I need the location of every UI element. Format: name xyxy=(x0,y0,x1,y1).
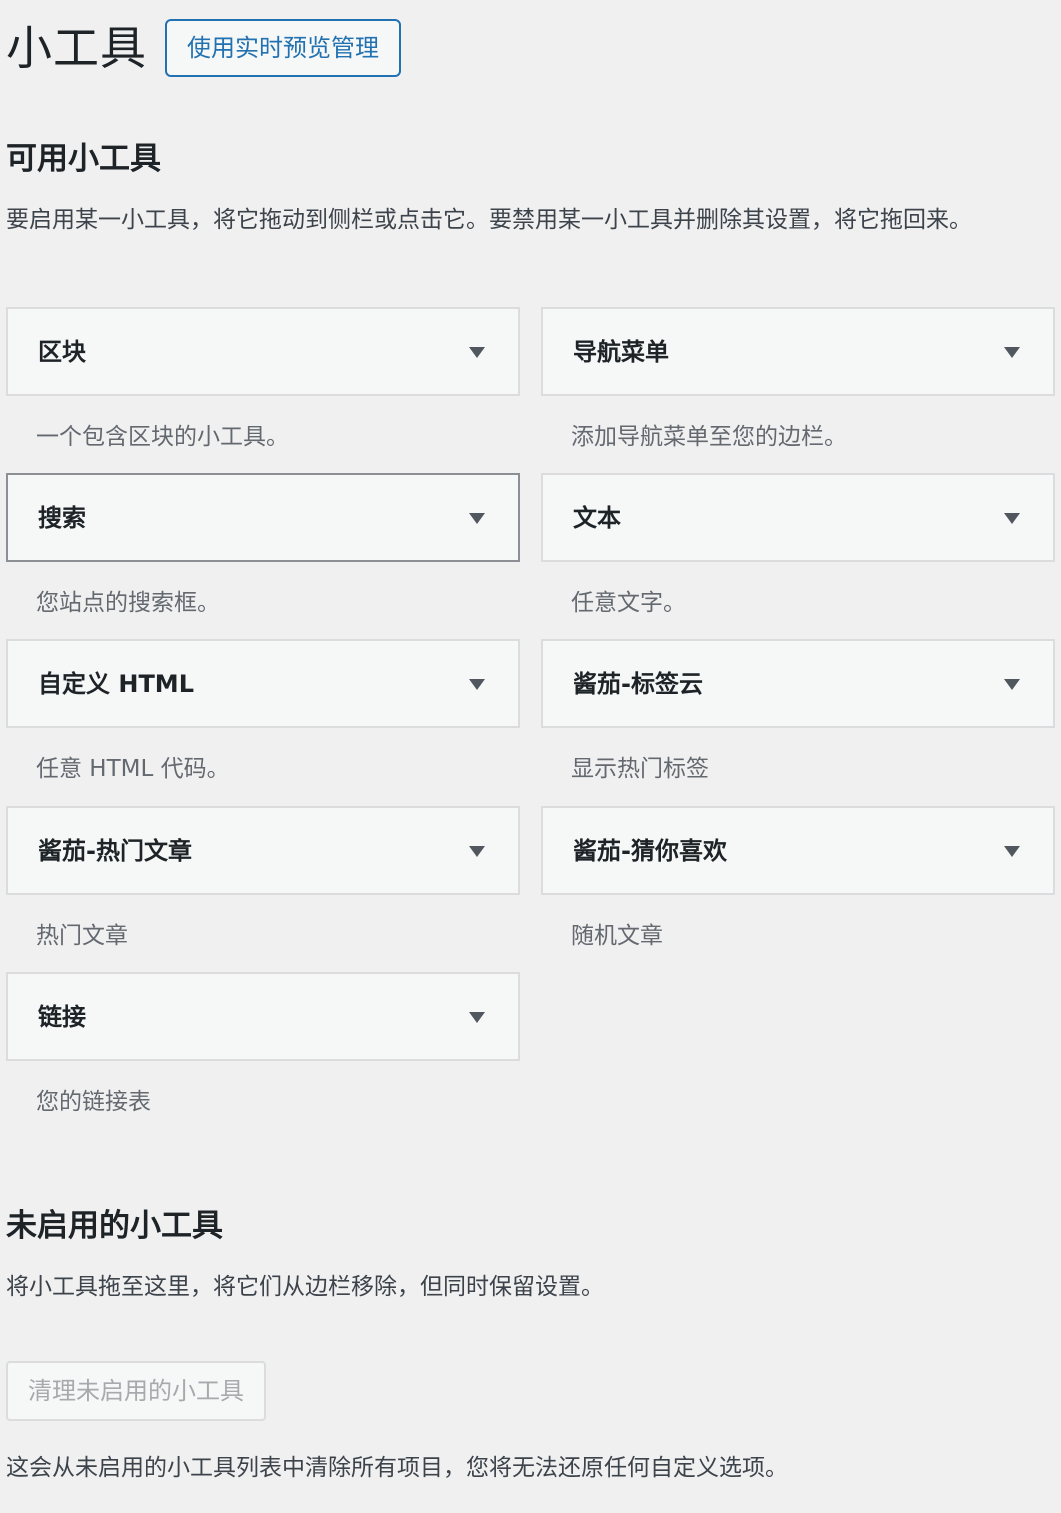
widget-description: 一个包含区块的小工具。 xyxy=(36,424,289,450)
caret-down-icon[interactable] xyxy=(469,347,485,358)
caret-down-icon[interactable] xyxy=(1004,513,1020,524)
widget-description: 热门文章 xyxy=(36,923,128,949)
widget-description: 显示热门标签 xyxy=(571,756,709,782)
clear-inactive-note: 这会从未启用的小工具列表中清除所有项目，您将无法还原任何自定义选项。 xyxy=(6,1455,788,1481)
widget-random-posts[interactable]: 酱茄-猜你喜欢 xyxy=(541,806,1055,895)
widget-title: 酱茄-热门文章 xyxy=(38,837,192,865)
caret-down-icon[interactable] xyxy=(469,679,485,690)
widget-description: 您的链接表 xyxy=(36,1089,151,1115)
widget-description: 您站点的搜索框。 xyxy=(36,590,220,616)
clear-inactive-widgets-button[interactable]: 清理未启用的小工具 xyxy=(6,1361,266,1421)
widget-title: 酱茄-猜你喜欢 xyxy=(573,837,727,865)
widget-text[interactable]: 文本 xyxy=(541,473,1055,562)
caret-down-icon[interactable] xyxy=(469,1012,485,1023)
widget-title: 区块 xyxy=(38,338,86,366)
caret-down-icon[interactable] xyxy=(1004,679,1020,690)
widget-title: 文本 xyxy=(573,504,621,532)
widget-title: 自定义 HTML xyxy=(38,670,194,698)
widget-description: 任意 HTML 代码。 xyxy=(36,756,230,782)
widget-block[interactable]: 区块 xyxy=(6,307,520,396)
widget-links[interactable]: 链接 xyxy=(6,972,520,1061)
caret-down-icon[interactable] xyxy=(1004,846,1020,857)
widget-description: 任意文字。 xyxy=(571,590,686,616)
widget-popular-posts[interactable]: 酱茄-热门文章 xyxy=(6,806,520,895)
available-widgets-heading: 可用小工具 xyxy=(6,141,161,177)
widget-title: 酱茄-标签云 xyxy=(573,670,703,698)
widget-title: 搜索 xyxy=(38,504,86,532)
widget-title: 导航菜单 xyxy=(573,338,669,366)
widget-nav-menu[interactable]: 导航菜单 xyxy=(541,307,1055,396)
live-preview-button[interactable]: 使用实时预览管理 xyxy=(165,19,401,77)
page-title: 小工具 xyxy=(6,21,147,75)
widget-tag-cloud[interactable]: 酱茄-标签云 xyxy=(541,639,1055,728)
widget-search[interactable]: 搜索 xyxy=(6,473,520,562)
widget-custom-html[interactable]: 自定义 HTML xyxy=(6,639,520,728)
page-header: 小工具 使用实时预览管理 xyxy=(6,18,401,78)
caret-down-icon[interactable] xyxy=(469,846,485,857)
inactive-widgets-heading: 未启用的小工具 xyxy=(6,1208,223,1244)
caret-down-icon[interactable] xyxy=(1004,347,1020,358)
available-widgets-description: 要启用某一小工具，将它拖动到侧栏或点击它。要禁用某一小工具并删除其设置，将它拖回… xyxy=(6,207,972,233)
inactive-widgets-description: 将小工具拖至这里，将它们从边栏移除，但同时保留设置。 xyxy=(6,1274,604,1300)
widget-title: 链接 xyxy=(38,1003,86,1031)
widget-description: 添加导航菜单至您的边栏。 xyxy=(571,424,847,450)
caret-down-icon[interactable] xyxy=(469,513,485,524)
widget-description: 随机文章 xyxy=(571,923,663,949)
